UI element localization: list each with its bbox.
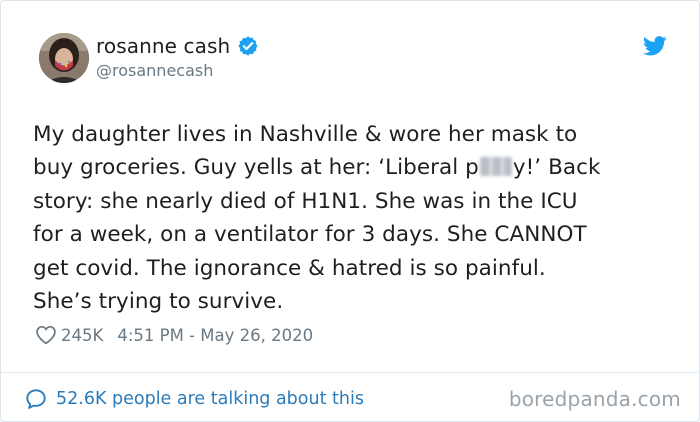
verified-badge-icon (238, 36, 258, 56)
talking-about-link[interactable]: 52.6K people are talking about this (25, 386, 364, 412)
tweet-timestamp[interactable]: 4:51 PM - May 26, 2020 (117, 326, 313, 345)
tweet-meta-row: 245K 4:51 PM - May 26, 2020 (35, 321, 313, 349)
author-name-row[interactable]: rosanne cash (96, 33, 259, 59)
tweet-line: for a week, on a ventilator for 3 days. … (33, 222, 587, 248)
avatar-image (39, 33, 89, 83)
talking-about-text[interactable]: 52.6K people are talking about this (56, 389, 364, 409)
author-display-name[interactable]: rosanne cash (96, 34, 230, 58)
censored-word-blur (479, 157, 512, 177)
tweet-line: get covid. The ignorance & hatred is so … (33, 255, 546, 281)
tweet-card: rosanne cash @rosannecash My daughter li… (0, 0, 700, 422)
tweet-line: My daughter lives in Nashville & wore he… (33, 122, 578, 147)
like-count[interactable]: 245K (61, 326, 103, 345)
speech-bubble-icon (26, 389, 46, 409)
tweet-body: My daughter lives in Nashville & wore he… (33, 118, 673, 318)
tweet-line: story: she nearly died of H1N1. She was … (33, 188, 578, 214)
tweet-line-censored: buy groceries. Guy yells at her: ‘Libera… (33, 151, 673, 184)
avatar[interactable] (39, 33, 89, 83)
tweet-line-part: buy groceries. Guy yells at her: ‘Libera… (33, 155, 479, 181)
author-handle[interactable]: @rosannecash (96, 61, 213, 80)
tweet-line: She’s trying to survive. (33, 289, 284, 315)
footer-divider (1, 372, 699, 373)
heart-icon[interactable] (35, 325, 57, 345)
boredpanda-watermark: boredpanda.com (508, 387, 681, 411)
twitter-bird-icon[interactable] (643, 36, 667, 56)
tweet-line-part: y!’ Back (512, 155, 601, 181)
